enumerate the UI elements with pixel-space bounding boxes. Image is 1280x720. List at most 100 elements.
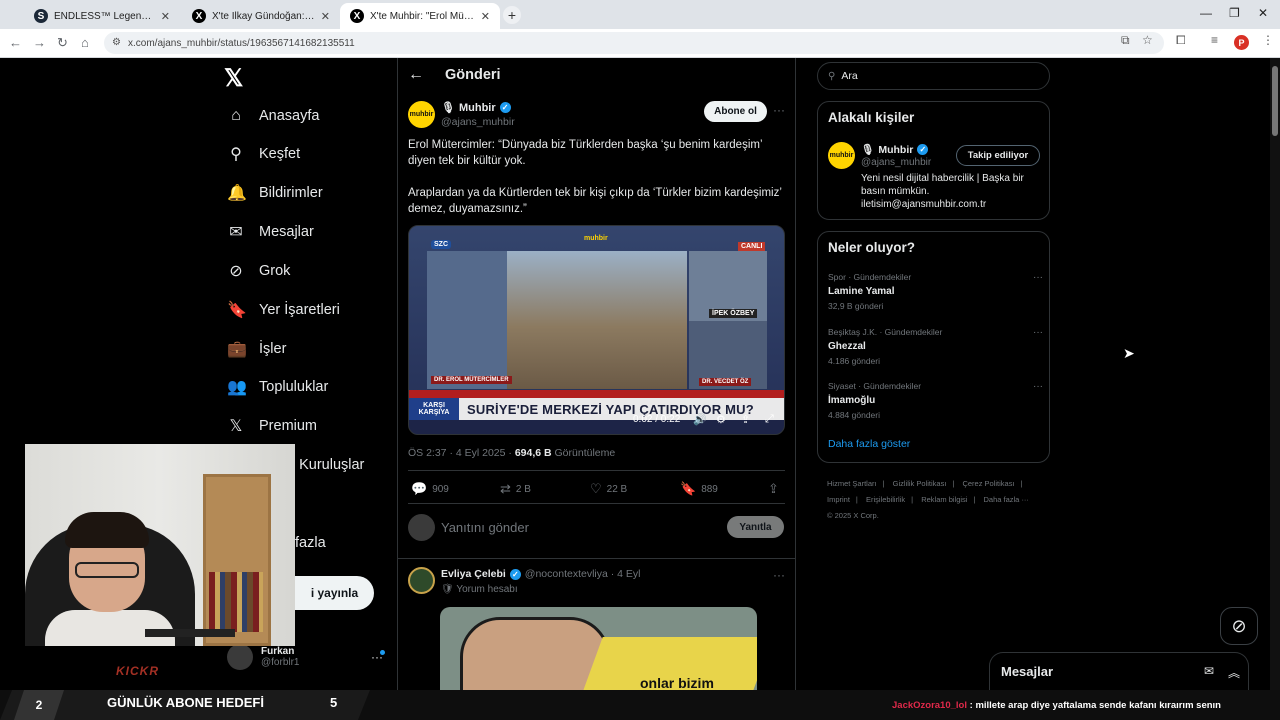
- x-logo[interactable]: 𝕏: [224, 64, 243, 93]
- show-more-link[interactable]: Daha fazla göster: [828, 438, 910, 450]
- site-info-icon[interactable]: ⚙: [112, 37, 121, 48]
- related-people-card: Alakalı kişiler muhbir 🎙 Muhbir ✓ @ajans…: [817, 101, 1050, 220]
- sidebar-item-communities[interactable]: 👥 Topluluklar: [227, 372, 328, 402]
- sidebar-item-explore[interactable]: ⚲ Keşfet: [227, 139, 300, 169]
- reply-button[interactable]: 💬 909: [411, 481, 449, 497]
- media-control-icon[interactable]: ≡: [1211, 33, 1218, 47]
- account-switcher[interactable]: Furkan @forblr1: [227, 644, 300, 670]
- steam-icon: S: [34, 9, 48, 23]
- share-video-icon[interactable]: ⇪: [741, 413, 750, 426]
- messages-drawer[interactable]: Mesajlar ✉ ︽: [989, 652, 1249, 690]
- related-avatar[interactable]: muhbir: [828, 142, 855, 169]
- bookmark-star-icon[interactable]: ☆: [1142, 33, 1153, 47]
- tweet-author-handle[interactable]: @ajans_muhbir: [441, 116, 515, 128]
- footer-link[interactable]: Çerez Politikası: [962, 479, 1014, 488]
- microphone-arm: [145, 629, 235, 637]
- new-tab-button[interactable]: +: [503, 6, 521, 24]
- back-icon[interactable]: ←: [9, 35, 22, 50]
- mail-icon: ✉: [229, 224, 243, 241]
- menu-kebab-icon[interactable]: ⋮: [1262, 33, 1274, 47]
- mic-icon: 🎙: [861, 144, 875, 156]
- footer-link[interactable]: Imprint: [827, 495, 850, 504]
- reply-author-avatar[interactable]: [408, 567, 435, 594]
- minimize-icon[interactable]: —: [1200, 6, 1212, 20]
- verified-badge-icon: ✓: [917, 144, 929, 155]
- search-icon: ⚲: [230, 146, 242, 163]
- trend-item[interactable]: Siyaset · Gündemdekiler İmamoğlu 4.884 g…: [828, 381, 1043, 420]
- sidebar-item-grok[interactable]: ⊘ Grok: [227, 256, 290, 286]
- share-icon: ⇪: [768, 481, 779, 496]
- more-icon[interactable]: ···: [1033, 272, 1043, 283]
- x-icon: X: [350, 9, 364, 23]
- sidebar-item-organizations[interactable]: n Kuruluşlar: [287, 450, 364, 480]
- profile-extension-icon[interactable]: P: [1234, 35, 1249, 50]
- extensions-icon[interactable]: ⧠: [1176, 33, 1186, 48]
- footer-link[interactable]: Daha fazla ···: [984, 495, 1029, 504]
- reply-submit-button[interactable]: Yanıtla: [727, 516, 784, 538]
- related-name[interactable]: 🎙 Muhbir ✓: [861, 143, 929, 156]
- back-arrow-icon[interactable]: ←: [408, 66, 424, 84]
- subscribe-button[interactable]: Abone ol: [704, 101, 767, 122]
- close-window-icon[interactable]: ✕: [1258, 6, 1268, 20]
- more-icon[interactable]: ···: [1033, 327, 1043, 338]
- reload-icon[interactable]: ↻: [57, 35, 68, 51]
- grok-button[interactable]: ⊘: [1220, 607, 1258, 645]
- repost-button[interactable]: ⇄ 2 B: [500, 481, 531, 497]
- tweet-author-avatar[interactable]: muhbir: [408, 101, 435, 128]
- close-icon[interactable]: ✕: [321, 10, 330, 23]
- footer-link[interactable]: Hizmet Şartları: [827, 479, 877, 488]
- close-icon[interactable]: ✕: [481, 10, 490, 23]
- settings-icon[interactable]: ⚙: [716, 413, 726, 426]
- browser-tab-gundogan[interactable]: X X'te İlkay Gündoğan: "👏🧡💙🦁 ✕: [182, 3, 340, 29]
- reply-icon: 💬: [411, 481, 428, 496]
- tweet-author-name[interactable]: 🎙 Muhbir ✓: [441, 101, 511, 114]
- footer-link[interactable]: Erişilebilirlik: [866, 495, 905, 504]
- sidebar-item-messages[interactable]: ✉ Mesajlar: [227, 217, 314, 247]
- fullscreen-icon[interactable]: ⤢: [765, 413, 774, 426]
- search-input[interactable]: ⚲ Ara: [817, 62, 1050, 90]
- sidebar-item-more[interactable]: fazla: [295, 528, 326, 558]
- sidebar-item-notifications[interactable]: 🔔 Bildirimler: [227, 178, 323, 208]
- scrollbar[interactable]: [1270, 58, 1280, 690]
- more-icon[interactable]: ···: [1033, 381, 1043, 392]
- reply-author[interactable]: Evliya Çelebi ✓ @nocontextevliya · 4 Eyl: [441, 568, 641, 580]
- related-handle[interactable]: @ajans_muhbir: [861, 157, 931, 168]
- sidebar-item-premium[interactable]: 𝕏 Premium: [227, 411, 317, 441]
- install-app-icon[interactable]: ⧉: [1121, 33, 1130, 48]
- volume-icon[interactable]: 🔊: [693, 413, 707, 426]
- share-button[interactable]: ⇪: [768, 481, 779, 497]
- new-message-icon[interactable]: ✉: [1204, 664, 1214, 678]
- footer-link[interactable]: Reklam bilgisi: [921, 495, 967, 504]
- footer-link[interactable]: Gizlilik Politikası: [893, 479, 947, 488]
- url-field[interactable]: ⚙ x.com/ajans_muhbir/status/196356714168…: [104, 32, 1164, 54]
- sidebar-item-jobs[interactable]: 💼 İşler: [227, 334, 286, 364]
- video-headline-banner: KARŞI KARŞIYA SURİYE'DE MERKEZİ YAPI ÇAT…: [409, 398, 784, 420]
- like-button[interactable]: ♡ 22 B: [590, 481, 627, 497]
- scrollbar-thumb[interactable]: [1272, 66, 1278, 136]
- following-button[interactable]: Takip ediliyor: [956, 145, 1040, 166]
- more-icon[interactable]: ···: [773, 568, 785, 582]
- chevron-up-icon[interactable]: ︽: [1228, 664, 1240, 681]
- home-browser-icon[interactable]: ⌂: [81, 35, 89, 50]
- trend-item[interactable]: Spor · Gündemdekiler Lamine Yamal 32,9 B…: [828, 272, 1043, 311]
- repost-icon: ⇄: [500, 481, 511, 496]
- verified-badge-icon: ✓: [509, 568, 521, 580]
- video-footage: [507, 251, 687, 389]
- divider: [397, 558, 795, 559]
- reply-media[interactable]: onlar bizim: [440, 607, 757, 690]
- more-icon[interactable]: ···: [773, 103, 785, 117]
- reply-input[interactable]: Yanıtını gönder: [441, 520, 529, 535]
- related-bio: Yeni nesil dijital habercilik | Başka bi…: [861, 173, 1024, 210]
- guest-caption: DR. VECDET ÖZ: [699, 378, 752, 386]
- browser-tab-muhbir[interactable]: X X'te Muhbir: "Erol Mütercim ✕: [340, 3, 500, 29]
- tweet-video[interactable]: SZC muhbir CANLI İPEK ÖZBEY DR. EROL MÜT…: [408, 225, 785, 435]
- sidebar-item-bookmarks[interactable]: 🔖 Yer İşaretleri: [227, 295, 340, 325]
- close-icon[interactable]: ✕: [161, 10, 170, 23]
- browser-tab-steam[interactable]: S ENDLESS™ Legend 2 Steam'de ✕: [24, 3, 180, 29]
- bookmark-button[interactable]: 🔖 889: [680, 481, 718, 497]
- forward-icon[interactable]: →: [33, 35, 46, 50]
- trends-card: Neler oluyor? Spor · Gündemdekiler Lamin…: [817, 231, 1050, 463]
- restore-icon[interactable]: ❐: [1229, 6, 1240, 20]
- sidebar-item-home[interactable]: ⌂ Anasayfa: [227, 101, 319, 131]
- trend-item[interactable]: Beşiktaş J.K. · Gündemdekiler Ghezzal 4.…: [828, 327, 1043, 366]
